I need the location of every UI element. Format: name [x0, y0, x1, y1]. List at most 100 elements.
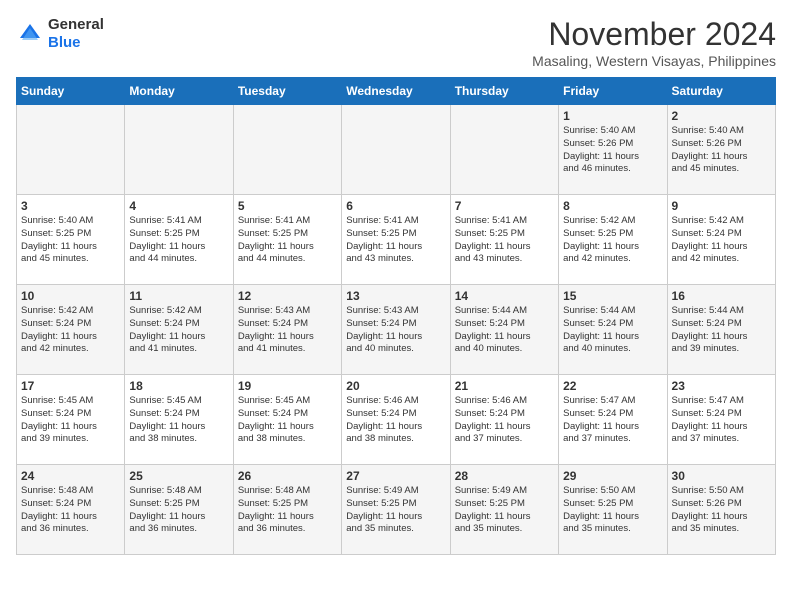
day-info: Sunrise: 5:46 AM Sunset: 5:24 PM Dayligh… [455, 395, 554, 446]
header-row: SundayMondayTuesdayWednesdayThursdayFrid… [17, 78, 776, 105]
month-title: November 2024 [532, 16, 776, 53]
day-number: 12 [238, 289, 337, 303]
day-cell [233, 105, 341, 195]
day-cell: 12Sunrise: 5:43 AM Sunset: 5:24 PM Dayli… [233, 285, 341, 375]
day-cell: 22Sunrise: 5:47 AM Sunset: 5:24 PM Dayli… [559, 375, 667, 465]
day-cell: 24 Sunrise: 5:48 AM Sunset: 5:24 PM Dayli… [17, 465, 125, 555]
day-cell: 21 Sunrise: 5:46 AM Sunset: 5:24 PM Dayli… [450, 375, 558, 465]
logo-text: General Blue [48, 16, 104, 52]
day-info: Sunrise: 5:48 AM Sunset: 5:24 PM Dayligh… [21, 485, 120, 536]
day-cell [450, 105, 558, 195]
day-cell: 26Sunrise: 5:48 AM Sunset: 5:25 PM Dayli… [233, 465, 341, 555]
page-header: General Blue November 2024 Masaling, Wes… [16, 16, 776, 69]
day-number: 25 [129, 469, 228, 483]
day-cell: 15Sunrise: 5:44 AM Sunset: 5:24 PM Dayli… [559, 285, 667, 375]
day-cell [17, 105, 125, 195]
day-number: 15 [563, 289, 662, 303]
day-number: 22 [563, 379, 662, 393]
day-info: Sunrise: 5:48 AM Sunset: 5:25 PM Dayligh… [129, 485, 228, 536]
day-number: 2 [672, 109, 771, 123]
day-info: Sunrise: 5:42 AM Sunset: 5:24 PM Dayligh… [129, 305, 228, 356]
day-info: Sunrise: 5:49 AM Sunset: 5:25 PM Dayligh… [346, 485, 445, 536]
day-info: Sunrise: 5:43 AM Sunset: 5:24 PM Dayligh… [346, 305, 445, 356]
title-block: November 2024 Masaling, Western Visayas,… [532, 16, 776, 69]
day-info: Sunrise: 5:42 AM Sunset: 5:25 PM Dayligh… [563, 215, 662, 266]
weekday-header-tuesday: Tuesday [233, 78, 341, 105]
day-cell: 18Sunrise: 5:45 AM Sunset: 5:24 PM Dayli… [125, 375, 233, 465]
day-info: Sunrise: 5:50 AM Sunset: 5:26 PM Dayligh… [672, 485, 771, 536]
day-number: 16 [672, 289, 771, 303]
day-info: Sunrise: 5:41 AM Sunset: 5:25 PM Dayligh… [238, 215, 337, 266]
day-cell: 17 Sunrise: 5:45 AM Sunset: 5:24 PM Dayli… [17, 375, 125, 465]
location: Masaling, Western Visayas, Philippines [532, 53, 776, 69]
day-number: 13 [346, 289, 445, 303]
day-number: 3 [21, 199, 120, 213]
day-info: Sunrise: 5:41 AM Sunset: 5:25 PM Dayligh… [346, 215, 445, 266]
day-number: 30 [672, 469, 771, 483]
weekday-header-wednesday: Wednesday [342, 78, 450, 105]
day-number: 5 [238, 199, 337, 213]
day-number: 9 [672, 199, 771, 213]
day-cell: 9 Sunrise: 5:42 AM Sunset: 5:24 PM Daylig… [667, 195, 775, 285]
day-cell: 27 Sunrise: 5:49 AM Sunset: 5:25 PM Dayli… [342, 465, 450, 555]
day-number: 6 [346, 199, 445, 213]
day-info: Sunrise: 5:41 AM Sunset: 5:25 PM Dayligh… [129, 215, 228, 266]
day-number: 14 [455, 289, 554, 303]
calendar-header: SundayMondayTuesdayWednesdayThursdayFrid… [17, 78, 776, 105]
day-cell: 30 Sunrise: 5:50 AM Sunset: 5:26 PM Dayli… [667, 465, 775, 555]
day-cell: 4Sunrise: 5:41 AM Sunset: 5:25 PM Daylig… [125, 195, 233, 285]
day-number: 1 [563, 109, 662, 123]
day-info: Sunrise: 5:44 AM Sunset: 5:24 PM Dayligh… [455, 305, 554, 356]
day-number: 29 [563, 469, 662, 483]
day-info: Sunrise: 5:40 AM Sunset: 5:25 PM Dayligh… [21, 215, 120, 266]
day-cell: 8 Sunrise: 5:42 AM Sunset: 5:25 PM Daylig… [559, 195, 667, 285]
day-number: 11 [129, 289, 228, 303]
weekday-header-friday: Friday [559, 78, 667, 105]
day-number: 8 [563, 199, 662, 213]
day-info: Sunrise: 5:47 AM Sunset: 5:24 PM Dayligh… [672, 395, 771, 446]
day-cell: 10Sunrise: 5:42 AM Sunset: 5:24 PM Dayli… [17, 285, 125, 375]
day-cell: 13 Sunrise: 5:43 AM Sunset: 5:24 PM Dayli… [342, 285, 450, 375]
day-info: Sunrise: 5:41 AM Sunset: 5:25 PM Dayligh… [455, 215, 554, 266]
day-number: 17 [21, 379, 120, 393]
day-info: Sunrise: 5:40 AM Sunset: 5:26 PM Dayligh… [563, 125, 662, 176]
day-info: Sunrise: 5:46 AM Sunset: 5:24 PM Dayligh… [346, 395, 445, 446]
day-cell [342, 105, 450, 195]
day-info: Sunrise: 5:49 AM Sunset: 5:25 PM Dayligh… [455, 485, 554, 536]
day-number: 23 [672, 379, 771, 393]
day-cell [125, 105, 233, 195]
day-cell: 2 Sunrise: 5:40 AM Sunset: 5:26 PM Daylig… [667, 105, 775, 195]
calendar-body: 1 Sunrise: 5:40 AM Sunset: 5:26 PM Daylig… [17, 105, 776, 555]
weekday-header-sunday: Sunday [17, 78, 125, 105]
weekday-header-saturday: Saturday [667, 78, 775, 105]
day-cell: 25 Sunrise: 5:48 AM Sunset: 5:25 PM Dayli… [125, 465, 233, 555]
day-number: 24 [21, 469, 120, 483]
day-cell: 5 Sunrise: 5:41 AM Sunset: 5:25 PM Daylig… [233, 195, 341, 285]
day-number: 21 [455, 379, 554, 393]
day-cell: 20Sunrise: 5:46 AM Sunset: 5:24 PM Dayli… [342, 375, 450, 465]
day-cell: 28 Sunrise: 5:49 AM Sunset: 5:25 PM Dayli… [450, 465, 558, 555]
day-cell: 7 Sunrise: 5:41 AM Sunset: 5:25 PM Daylig… [450, 195, 558, 285]
day-cell: 6 Sunrise: 5:41 AM Sunset: 5:25 PM Daylig… [342, 195, 450, 285]
week-row-2: 3 Sunrise: 5:40 AM Sunset: 5:25 PM Daylig… [17, 195, 776, 285]
day-cell: 1 Sunrise: 5:40 AM Sunset: 5:26 PM Daylig… [559, 105, 667, 195]
day-cell: 14 Sunrise: 5:44 AM Sunset: 5:24 PM Dayli… [450, 285, 558, 375]
day-number: 7 [455, 199, 554, 213]
day-info: Sunrise: 5:40 AM Sunset: 5:26 PM Dayligh… [672, 125, 771, 176]
day-cell: 11 Sunrise: 5:42 AM Sunset: 5:24 PM Dayli… [125, 285, 233, 375]
calendar-table: SundayMondayTuesdayWednesdayThursdayFrid… [16, 77, 776, 555]
logo: General Blue [16, 16, 104, 52]
day-cell: 23 Sunrise: 5:47 AM Sunset: 5:24 PM Dayli… [667, 375, 775, 465]
day-cell: 16 Sunrise: 5:44 AM Sunset: 5:24 PM Dayli… [667, 285, 775, 375]
week-row-4: 17 Sunrise: 5:45 AM Sunset: 5:24 PM Dayli… [17, 375, 776, 465]
day-info: Sunrise: 5:45 AM Sunset: 5:24 PM Dayligh… [21, 395, 120, 446]
day-number: 27 [346, 469, 445, 483]
day-number: 10 [21, 289, 120, 303]
day-info: Sunrise: 5:44 AM Sunset: 5:24 PM Dayligh… [672, 305, 771, 356]
day-info: Sunrise: 5:48 AM Sunset: 5:25 PM Dayligh… [238, 485, 337, 536]
weekday-header-monday: Monday [125, 78, 233, 105]
weekday-header-thursday: Thursday [450, 78, 558, 105]
day-info: Sunrise: 5:42 AM Sunset: 5:24 PM Dayligh… [672, 215, 771, 266]
day-number: 19 [238, 379, 337, 393]
day-number: 28 [455, 469, 554, 483]
